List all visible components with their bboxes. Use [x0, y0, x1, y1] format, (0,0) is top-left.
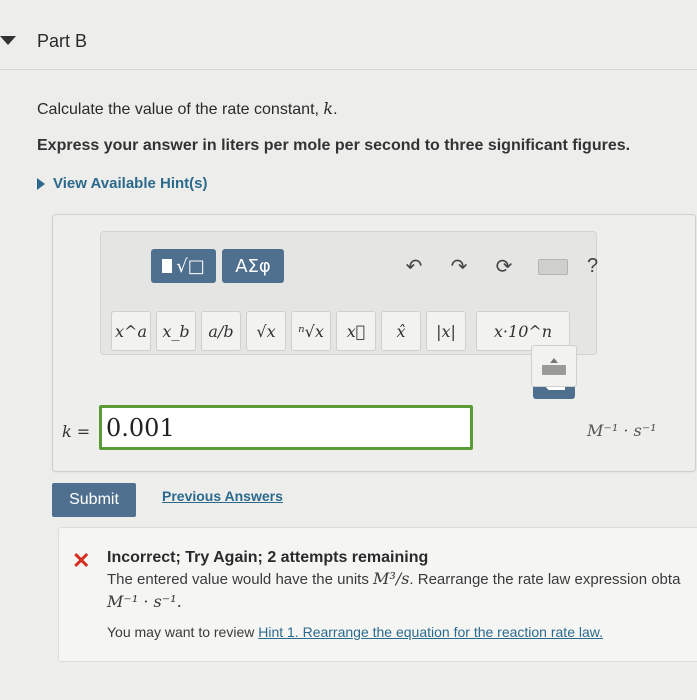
review-prefix: You may want to review — [107, 624, 259, 640]
feedback-panel: ✕ Incorrect; Try Again; 2 attempts remai… — [58, 527, 697, 662]
vector-button[interactable]: x⃗ — [336, 311, 376, 351]
question-prefix: Calculate the value of the rate constant… — [37, 101, 324, 118]
greek-symbols-button[interactable]: ΑΣφ — [222, 249, 284, 283]
unit-vector-button[interactable]: x̂ — [381, 311, 421, 351]
radical-template-icon: √□ — [176, 255, 205, 277]
nth-root-button[interactable]: ⁿ√x — [291, 311, 331, 351]
question-text: Calculate the value of the rate constant… — [37, 99, 338, 119]
help-button[interactable]: ? — [587, 255, 598, 278]
answer-label: k = — [62, 422, 90, 441]
view-hints-link[interactable]: View Available Hint(s) — [37, 175, 208, 192]
templates-button[interactable]: √□ — [151, 249, 216, 283]
feedback-review: You may want to review Hint 1. Rearrange… — [107, 624, 603, 640]
keyboard-shortcuts-icon[interactable] — [538, 259, 568, 275]
review-hint-link[interactable]: Hint 1. Rearrange the equation for the r… — [258, 624, 603, 640]
absolute-value-button[interactable]: |x| — [426, 311, 466, 351]
keyboard-toggle-arrow-icon — [550, 357, 558, 363]
part-title: Part B — [37, 31, 88, 51]
template-box-icon — [162, 259, 173, 273]
answer-units: M⁻¹ · s⁻¹ — [587, 421, 657, 440]
question-suffix: . — [333, 101, 338, 118]
answer-equals: = — [71, 422, 91, 441]
math-toolbar: √□ ΑΣφ ↶ ↷ ⟳ ? x^a x_b a/b √x ⁿ√x x⃗ x̂ … — [100, 231, 598, 399]
feedback-entered-units: M³/s — [373, 569, 410, 588]
question-variable: k — [323, 99, 334, 118]
fraction-button[interactable]: a/b — [201, 311, 241, 351]
incorrect-x-icon: ✕ — [72, 548, 91, 573]
virtual-keyboard-button[interactable] — [531, 345, 577, 387]
undo-icon[interactable]: ↶ — [401, 252, 427, 280]
previous-answers-link[interactable]: Previous Answers — [162, 488, 283, 504]
question-instruction: Express your answer in liters per mole p… — [37, 137, 631, 154]
answer-editor: √□ ΑΣφ ↶ ↷ ⟳ ? x^a x_b a/b √x ⁿ√x x⃗ x̂ … — [52, 214, 696, 472]
reset-icon[interactable]: ⟳ — [491, 252, 517, 280]
keyboard-icon — [542, 364, 566, 375]
answer-input[interactable]: 0.001 — [99, 405, 473, 450]
feedback-message: The entered value would have the units M… — [107, 569, 680, 588]
feedback-units-line: M⁻¹ · s⁻¹. — [107, 592, 182, 611]
divider — [0, 69, 697, 70]
superscript-button[interactable]: x^a — [111, 311, 151, 351]
redo-icon[interactable]: ↷ — [446, 252, 472, 280]
square-root-button[interactable]: √x — [246, 311, 286, 351]
expand-triangle-icon — [37, 177, 45, 190]
feedback-line1-prefix: The entered value would have the units — [107, 571, 374, 588]
hint-link-label: View Available Hint(s) — [53, 175, 208, 192]
answer-variable: k — [62, 422, 72, 441]
feedback-title: Incorrect; Try Again; 2 attempts remaini… — [107, 549, 429, 566]
feedback-line1-suffix: . Rearrange the rate law expression obta — [409, 571, 681, 588]
subscript-button[interactable]: x_b — [156, 311, 196, 351]
collapse-arrow-icon[interactable] — [0, 36, 16, 45]
submit-button[interactable]: Submit — [52, 483, 136, 517]
